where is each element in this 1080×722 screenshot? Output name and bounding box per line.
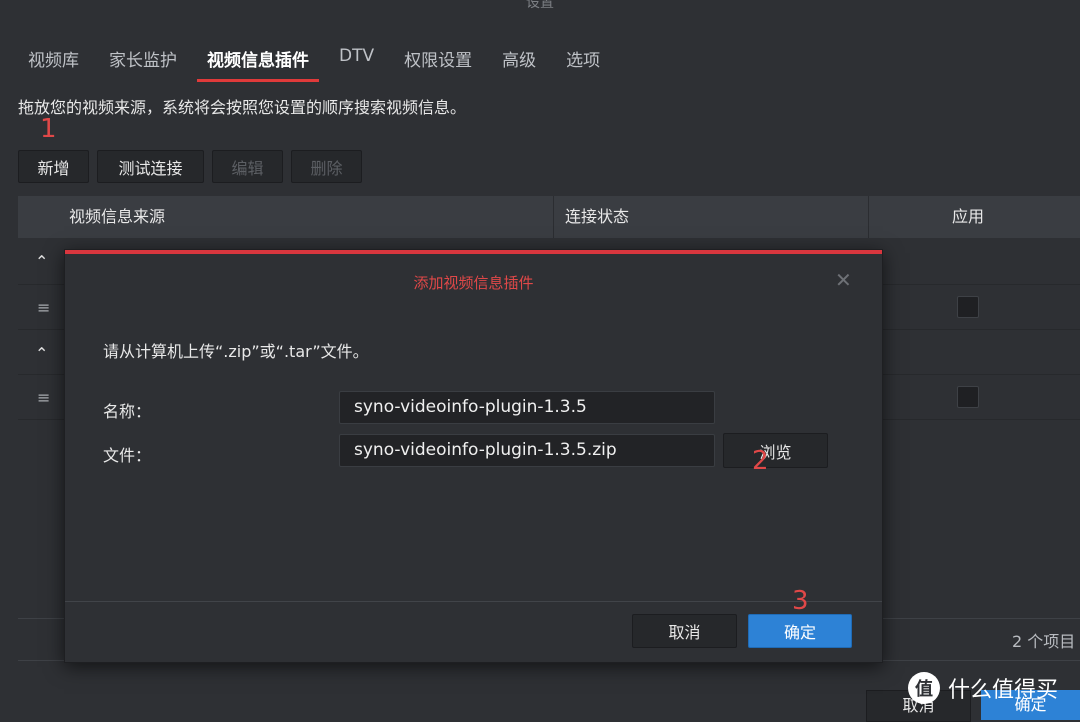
tab-permissions[interactable]: 权限设置 <box>394 40 482 80</box>
delete-button[interactable]: 删除 <box>291 150 362 183</box>
tab-parental-control[interactable]: 家长监护 <box>99 40 187 80</box>
column-divider <box>868 196 869 238</box>
file-label: 文件： <box>103 446 152 465</box>
window-title: 设置 <box>526 0 554 11</box>
name-label: 名称： <box>103 402 152 421</box>
apply-checkbox[interactable] <box>957 386 979 408</box>
test-connection-button[interactable]: 测试连接 <box>97 150 204 183</box>
drag-handle-icon[interactable]: ≡ <box>37 388 50 407</box>
name-field[interactable]: syno-videoinfo-plugin-1.3.5 <box>339 391 715 424</box>
grid-header: 视频信息来源 连接状态 应用 <box>18 196 1080 238</box>
tab-video-library[interactable]: 视频库 <box>18 40 89 80</box>
file-field[interactable]: syno-videoinfo-plugin-1.3.5.zip <box>339 434 715 467</box>
annotation-step-3: 3 <box>792 586 809 616</box>
column-divider <box>553 196 554 238</box>
add-button[interactable]: 新增 <box>18 150 89 183</box>
drag-handle-icon[interactable]: ≡ <box>37 298 50 317</box>
column-header-apply[interactable]: 应用 <box>952 196 984 238</box>
dialog-footer-divider <box>65 601 882 602</box>
item-count: 2 个项目 <box>1012 632 1076 651</box>
chevron-up-icon[interactable]: ⌃ <box>35 252 48 271</box>
dialog-accent-bar <box>65 250 882 254</box>
ok-button[interactable]: 确定 <box>748 614 852 648</box>
dialog-title: 添加视频信息插件 <box>413 274 534 292</box>
tab-video-info-plugin[interactable]: 视频信息插件 <box>197 40 319 82</box>
dialog-message: 请从计算机上传“.zip”或“.tar”文件。 <box>103 342 369 361</box>
column-header-source[interactable]: 视频信息来源 <box>69 196 165 238</box>
edit-button[interactable]: 编辑 <box>212 150 283 183</box>
tab-dtv[interactable]: DTV <box>329 40 384 80</box>
tab-options[interactable]: 选项 <box>556 40 610 80</box>
watermark-logo: 值 <box>908 672 940 704</box>
tab-advanced[interactable]: 高级 <box>492 40 546 80</box>
watermark: 值 什么值得买 <box>908 672 1058 704</box>
add-plugin-dialog: 添加视频信息插件 ✕ 请从计算机上传“.zip”或“.tar”文件。 名称： s… <box>64 249 883 663</box>
chevron-up-icon[interactable]: ⌃ <box>35 344 48 363</box>
annotation-step-1: 1 <box>40 114 57 144</box>
page-description: 拖放您的视频来源，系统将会按照您设置的顺序搜索视频信息。 <box>18 98 467 117</box>
close-icon[interactable]: ✕ <box>835 268 852 292</box>
column-header-status[interactable]: 连接状态 <box>565 196 629 238</box>
tab-bar: 视频库 家长监护 视频信息插件 DTV 权限设置 高级 选项 <box>18 40 620 82</box>
annotation-step-2: 2 <box>752 446 769 476</box>
apply-checkbox[interactable] <box>957 296 979 318</box>
watermark-text: 什么值得买 <box>948 678 1059 703</box>
cancel-button[interactable]: 取消 <box>632 614 737 648</box>
browse-button[interactable]: 浏览 <box>723 433 828 468</box>
